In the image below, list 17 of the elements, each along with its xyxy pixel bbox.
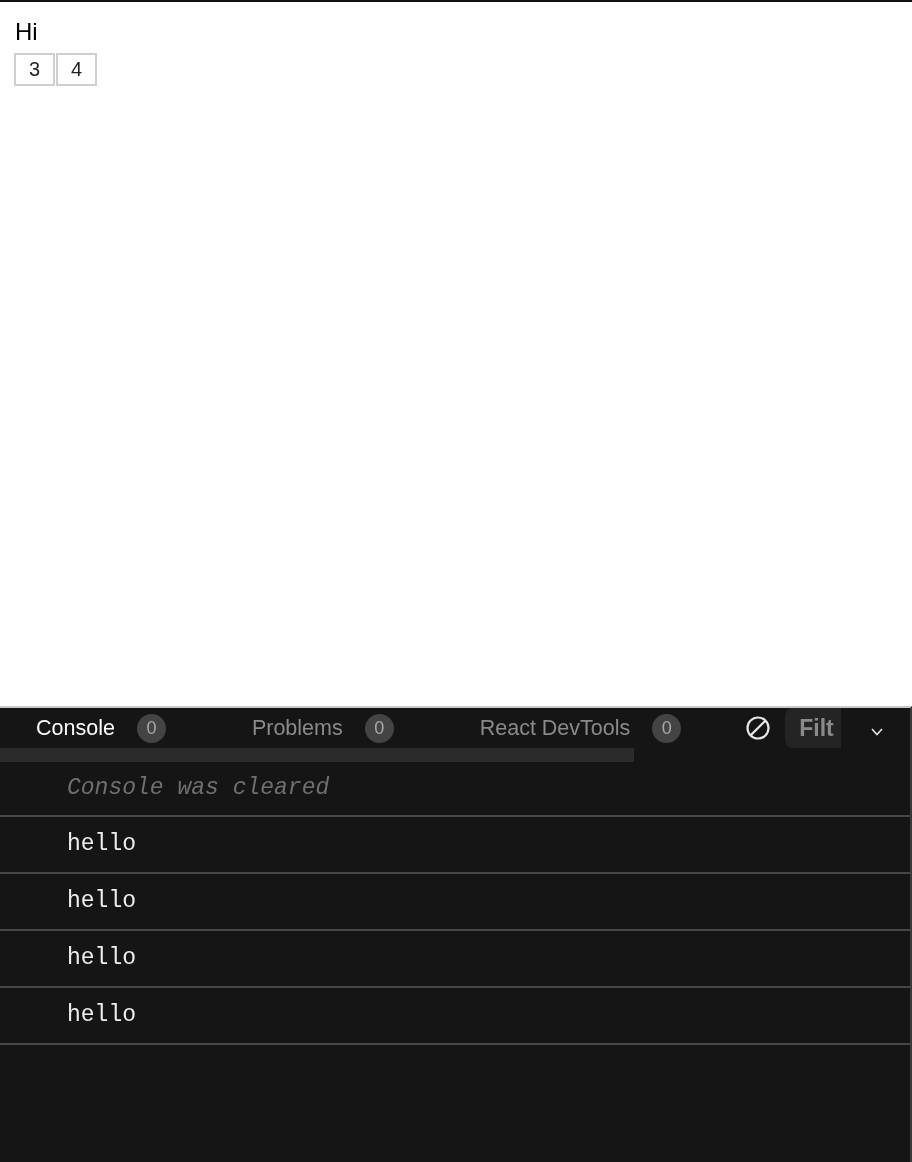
log-message: hello bbox=[67, 887, 136, 917]
log-message: hello bbox=[67, 1001, 136, 1031]
filter-field[interactable]: Filt bbox=[785, 708, 842, 748]
console-notice: Console was cleared bbox=[67, 774, 330, 804]
panel-tab[interactable]: Problems 0 bbox=[251, 708, 394, 748]
number-button[interactable]: 4 bbox=[56, 53, 97, 86]
number-button[interactable]: 3 bbox=[14, 53, 55, 86]
log-message: hello bbox=[67, 830, 136, 860]
page-heading: Hi bbox=[15, 17, 39, 47]
panel-tab[interactable]: React DevTools 0 bbox=[479, 708, 682, 748]
tab-count: 0 bbox=[364, 713, 394, 743]
panel-tab[interactable]: Console 0 bbox=[36, 708, 166, 748]
tab-count: 0 bbox=[136, 713, 166, 743]
tab-count: 0 bbox=[652, 713, 682, 743]
caret-icon[interactable] bbox=[871, 728, 884, 736]
log-message: hello bbox=[67, 944, 136, 974]
circle-slash-icon[interactable] bbox=[746, 716, 771, 740]
